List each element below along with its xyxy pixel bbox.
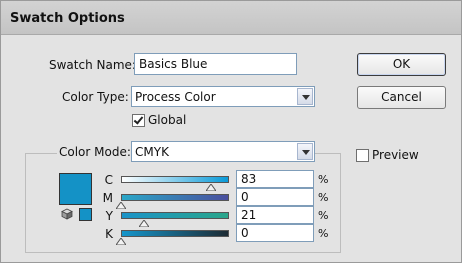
dialog-titlebar[interactable]: Swatch Options [1,1,461,35]
color-swatch-preview [59,173,92,205]
checkmark-icon [133,114,144,125]
cube-icon[interactable] [61,208,73,220]
channel-m-label: M [102,191,113,205]
triangle-marker-icon[interactable] [205,184,216,191]
cyan-slider-track[interactable] [121,176,229,183]
channel-y-label: Y [105,209,113,223]
magenta-value-input[interactable]: 0 [236,188,314,206]
color-type-label: Color Type: [62,90,129,104]
color-mode-label: Color Mode: [57,145,133,159]
yellow-value-input[interactable]: 21 [236,206,314,224]
color-mode-value: CMYK [135,145,169,159]
magenta-unit: % [318,191,329,204]
color-type-select[interactable]: Process Color [131,86,315,107]
yellow-unit: % [318,209,329,222]
ok-button[interactable]: OK [357,53,446,76]
cyan-unit: % [318,173,329,186]
chevron-down-icon[interactable] [297,88,313,105]
channel-c-label: C [104,173,113,187]
swatch-options-dialog: Swatch Options Swatch Name: Basics Blue … [0,0,462,263]
cyan-value-input[interactable]: 83 [236,170,314,188]
triangle-marker-icon[interactable] [116,202,126,209]
preview-label: Preview [372,148,419,162]
swatch-name-input[interactable]: Basics Blue [134,53,297,75]
black-value-input[interactable]: 0 [236,224,314,242]
magenta-slider-track[interactable] [121,194,229,201]
black-unit: % [318,227,329,240]
yellow-slider-track[interactable] [121,212,229,219]
global-checkbox[interactable] [132,114,145,127]
global-label: Global [148,113,187,127]
triangle-marker-icon[interactable] [138,220,149,227]
color-type-value: Process Color [135,90,216,104]
black-slider-track[interactable] [121,230,229,237]
swatch-name-label: Swatch Name: [49,58,136,72]
dialog-title: Swatch Options [10,11,125,26]
color-mode-select[interactable]: CMYK [131,141,315,162]
chevron-down-icon[interactable] [297,143,313,160]
preview-checkbox[interactable] [356,149,369,162]
channel-k-label: K [105,227,113,241]
cancel-button[interactable]: Cancel [357,86,446,109]
web-safe-swatch[interactable] [79,208,92,221]
triangle-marker-icon[interactable] [116,238,126,245]
